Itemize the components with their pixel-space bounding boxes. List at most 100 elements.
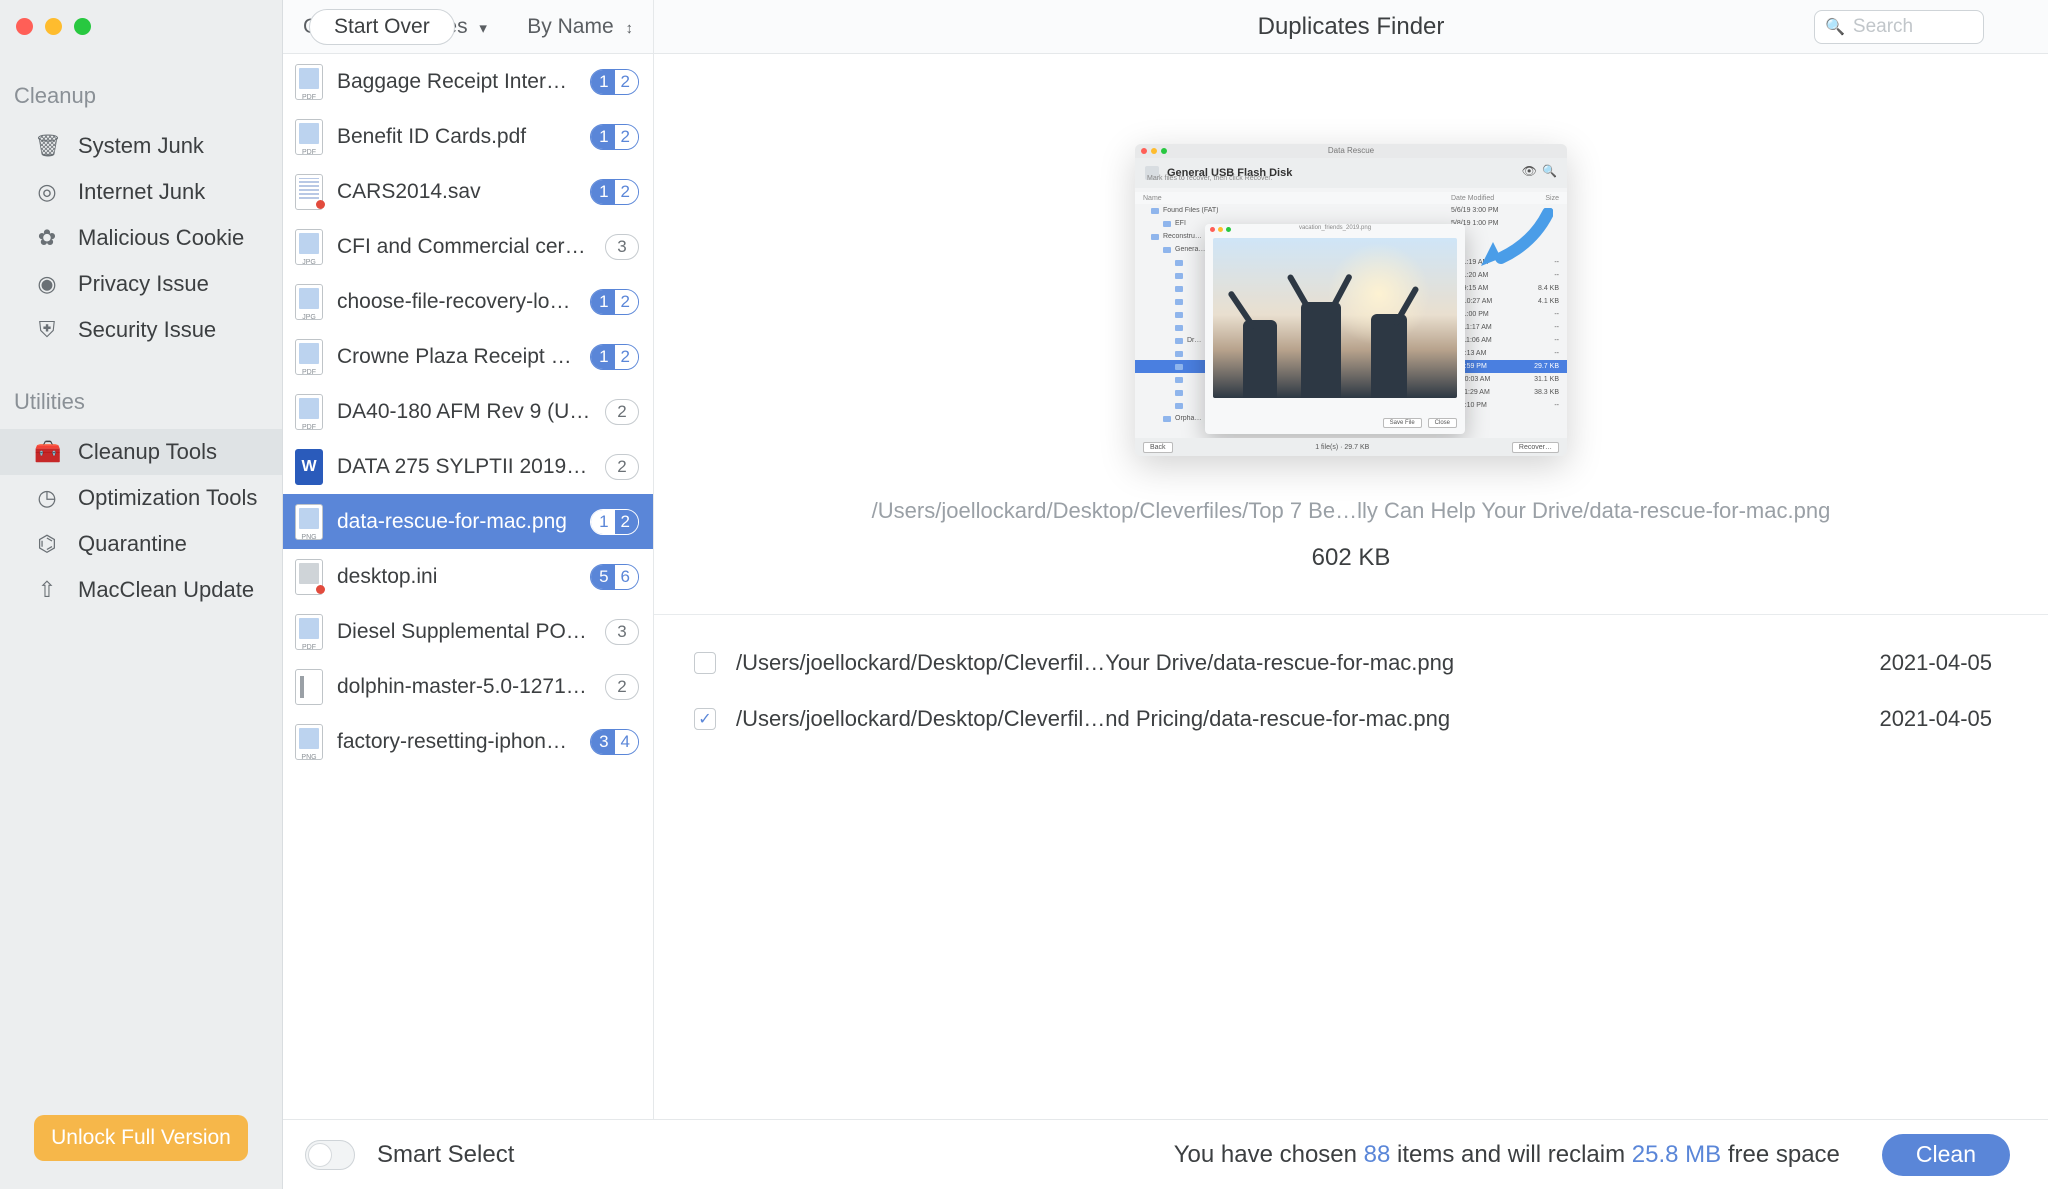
- smart-select-toggle[interactable]: [305, 1140, 355, 1170]
- sidebar-item-malicious-cookie[interactable]: ✿Malicious Cookie: [0, 215, 282, 261]
- duplicate-instance-row: /Users/joellockard/Desktop/Cleverfil…You…: [694, 635, 1992, 691]
- bug-icon: ✿: [34, 225, 60, 251]
- file-type-icon: [295, 614, 323, 650]
- file-name: DA40-180 AFM Rev 9 (Unse…: [337, 400, 591, 424]
- sidebar-item-label: System Junk: [78, 133, 204, 159]
- file-name: Baggage Receipt Internationa…: [337, 70, 576, 94]
- file-row[interactable]: data-rescue-for-mac.png12: [283, 494, 653, 549]
- duplicate-count-badge: 2: [605, 674, 639, 700]
- file-list-pane: Group by All Files ▾ By Name ↕ Baggage R…: [283, 0, 654, 1189]
- file-row[interactable]: desktop.ini 56: [283, 549, 653, 604]
- file-name: DATA 275 SYLPTII 2019_20(1…: [337, 455, 591, 479]
- file-type-icon: [295, 229, 323, 265]
- sidebar-item-label: Security Issue: [78, 317, 216, 343]
- duplicate-count-badge: 2: [605, 454, 639, 480]
- app-title: Duplicates Finder: [1258, 13, 1445, 41]
- preview-file-path: /Users/joellockard/Desktop/Cleverfiles/T…: [842, 498, 1861, 524]
- duplicate-count-badge: 56: [590, 564, 639, 590]
- sort-arrow-icon: ↕: [626, 20, 634, 37]
- duplicate-count-badge: 12: [590, 344, 639, 370]
- dropdown-arrow-icon: ▾: [479, 20, 487, 37]
- sort-by-dropdown[interactable]: By Name ↕: [527, 15, 633, 39]
- duplicate-count-badge: 12: [590, 289, 639, 315]
- chosen-items-count: 88: [1364, 1141, 1391, 1168]
- sidebar-item-security-issue[interactable]: ⛨Security Issue: [0, 307, 282, 353]
- preview-area: Data Rescue General USB Flash Disk Mark …: [654, 54, 2048, 1189]
- duplicate-count-badge: 34: [590, 729, 639, 755]
- virus-icon: ⌬: [34, 531, 60, 557]
- duplicate-checkbox[interactable]: [694, 652, 716, 674]
- titlebar: Duplicates Finder 🔍: [654, 0, 2048, 54]
- file-row[interactable]: Baggage Receipt Internationa…12: [283, 54, 653, 109]
- preview-inner-title: Data Rescue: [1135, 146, 1567, 155]
- sidebar-item-label: Internet Junk: [78, 179, 205, 205]
- file-type-icon: [295, 394, 323, 430]
- file-type-icon: [295, 339, 323, 375]
- preview-save-file-button: Save File: [1383, 418, 1422, 428]
- sidebar-item-quarantine[interactable]: ⌬Quarantine: [0, 521, 282, 567]
- file-name: desktop.ini: [337, 565, 576, 589]
- duplicate-path: /Users/joellockard/Desktop/Cleverfil…You…: [736, 650, 1859, 676]
- file-type-icon: [295, 724, 323, 760]
- preview-col-size: Size: [1525, 195, 1559, 202]
- file-row[interactable]: Crowne Plaza Receipt 01-08-…12: [283, 329, 653, 384]
- file-type-icon: [295, 64, 323, 100]
- unlock-full-version-button[interactable]: Unlock Full Version: [34, 1115, 248, 1161]
- search-field[interactable]: 🔍: [1814, 10, 1984, 44]
- duplicate-count-badge: 3: [605, 619, 639, 645]
- start-over-button[interactable]: Start Over: [309, 9, 455, 45]
- upload-icon: ⇧: [34, 577, 60, 603]
- file-row[interactable]: CARS2014.sav 12: [283, 164, 653, 219]
- duplicate-count-badge: 12: [590, 179, 639, 205]
- clean-button[interactable]: Clean: [1882, 1134, 2010, 1176]
- file-type-icon: [295, 504, 323, 540]
- duplicate-path: /Users/joellockard/Desktop/Cleverfil…nd …: [736, 706, 1859, 732]
- gauge-icon: ◷: [34, 485, 60, 511]
- preview-file-size: 602 KB: [1312, 544, 1391, 572]
- file-type-icon: [295, 559, 323, 595]
- sidebar-item-label: Privacy Issue: [78, 271, 209, 297]
- file-name: Benefit ID Cards.pdf: [337, 125, 576, 149]
- search-icon: 🔍: [1825, 17, 1845, 37]
- file-row[interactable]: dolphin-master-5.0-12716-x6…2: [283, 659, 653, 714]
- maximize-window-button[interactable]: [74, 18, 91, 35]
- file-row[interactable]: Benefit ID Cards.pdf 12: [283, 109, 653, 164]
- sidebar-item-macclean-update[interactable]: ⇧MacClean Update: [0, 567, 282, 613]
- duplicate-count-badge: 3: [605, 234, 639, 260]
- preview-disk-hint: Mark files to recover, then click Recove…: [1147, 175, 1272, 182]
- file-name: CARS2014.sav: [337, 180, 576, 204]
- file-row[interactable]: DA40-180 AFM Rev 9 (Unse…2: [283, 384, 653, 439]
- smart-select-label: Smart Select: [377, 1141, 514, 1169]
- file-name: data-rescue-for-mac.png: [337, 510, 576, 534]
- sidebar-item-cleanup-tools[interactable]: 🧰Cleanup Tools: [0, 429, 282, 475]
- file-row[interactable]: Diesel Supplemental POH-G… 3: [283, 604, 653, 659]
- sort-by-label: By Name: [527, 15, 613, 38]
- sidebar-item-privacy-issue[interactable]: ◉Privacy Issue: [0, 261, 282, 307]
- preview-thumbnail: Data Rescue General USB Flash Disk Mark …: [1135, 144, 1567, 456]
- minimize-window-button[interactable]: [45, 18, 62, 35]
- file-list[interactable]: Baggage Receipt Internationa…12Benefit I…: [283, 54, 653, 1189]
- main-pane: Duplicates Finder 🔍 Data Rescue General …: [654, 0, 2048, 1189]
- file-row[interactable]: DATA 275 SYLPTII 2019_20(1… 2: [283, 439, 653, 494]
- file-row[interactable]: choose-file-recovery-location.jpg12: [283, 274, 653, 329]
- duplicate-checkbox[interactable]: ✓: [694, 708, 716, 730]
- preview-magnifier-icon: 🔍: [1542, 164, 1557, 178]
- trash-icon: 🗑: [34, 133, 60, 159]
- file-name: CFI and Commercial certificat…: [337, 235, 591, 259]
- file-type-icon: [295, 284, 323, 320]
- file-name: Diesel Supplemental POH-G…: [337, 620, 591, 644]
- preview-eye-icon: 👁: [1522, 164, 1537, 178]
- file-type-icon: [295, 174, 323, 210]
- duplicate-count-badge: 12: [590, 124, 639, 150]
- sidebar-item-internet-junk[interactable]: ◎Internet Junk: [0, 169, 282, 215]
- close-window-button[interactable]: [16, 18, 33, 35]
- sidebar-item-system-junk[interactable]: 🗑 System Junk: [0, 123, 282, 169]
- file-type-icon: [295, 669, 323, 705]
- window-controls: [0, 0, 282, 35]
- file-row[interactable]: factory-resetting-iphone-in-set34: [283, 714, 653, 769]
- file-row[interactable]: CFI and Commercial certificat… 3: [283, 219, 653, 274]
- search-input[interactable]: [1853, 16, 1973, 38]
- sidebar-item-optimization-tools[interactable]: ◷Optimization Tools: [0, 475, 282, 521]
- sidebar-item-label: Cleanup Tools: [78, 439, 217, 465]
- preview-col-name: Name: [1143, 195, 1451, 202]
